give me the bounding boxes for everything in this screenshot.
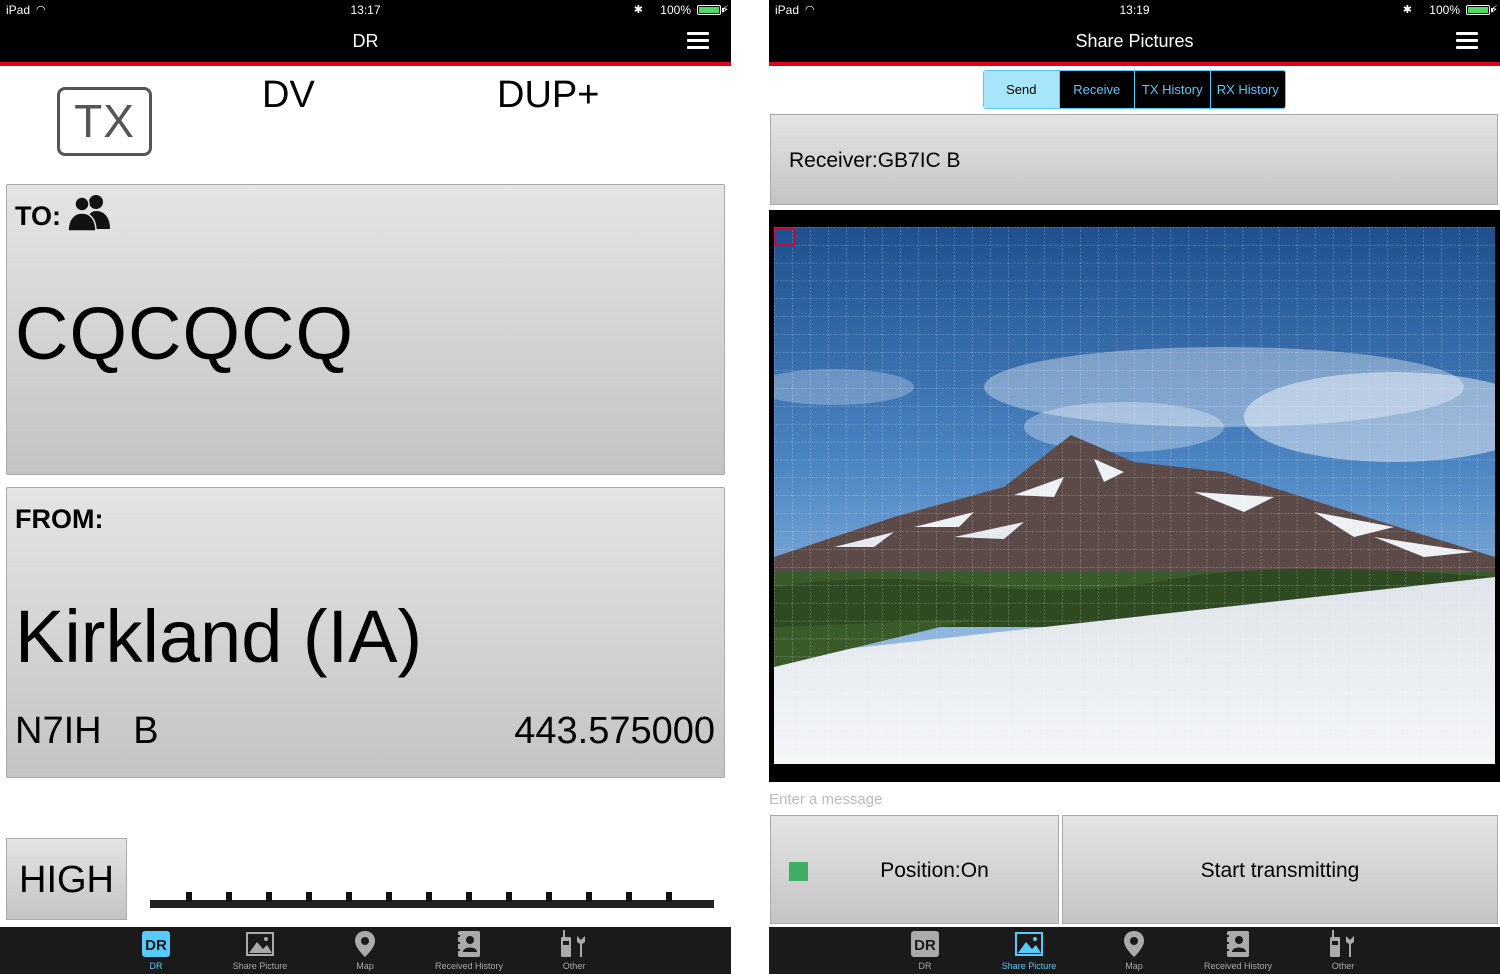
start-transmitting-button[interactable]: Start transmitting (1062, 815, 1498, 924)
charging-icon: ⚡ (1490, 4, 1498, 16)
page-title: DR (352, 31, 379, 51)
segment-tx-history[interactable]: TX History (1135, 71, 1211, 108)
status-bar: iPad ◠ 13:19 ✱ 100% ⚡ (769, 0, 1500, 20)
receiver-label: Receiver:GB7IC B (789, 149, 961, 172)
picture-icon (1015, 932, 1043, 956)
duplex-label: DUP+ (497, 74, 600, 116)
message-input[interactable] (769, 785, 1500, 813)
nav-bar: Share Pictures (769, 20, 1500, 62)
tab-dr[interactable]: DR DR (875, 927, 975, 974)
nav-divider (769, 62, 1500, 66)
to-label: TO: (15, 201, 61, 231)
menu-icon[interactable] (1456, 32, 1478, 50)
destination-call: CQCQCQ (15, 292, 354, 375)
repeater-call: N7IH B (15, 710, 159, 752)
battery-icon (697, 5, 724, 15)
signal-meter (150, 892, 714, 908)
svg-text:DR: DR (145, 937, 167, 954)
status-time: 13:17 (350, 3, 381, 17)
start-transmitting-label: Start transmitting (1200, 859, 1360, 882)
radio-tools-icon (1330, 930, 1354, 957)
power-button[interactable]: HIGH (6, 838, 127, 920)
picture-icon (246, 932, 274, 956)
dr-screen: iPad ◠ 13:17 ✱ 100% ⚡ DR TX DV DUP+ TO: … (0, 0, 731, 974)
tab-received-history[interactable]: Received History (419, 927, 519, 974)
dr-icon: DR (911, 931, 939, 957)
radio-tools-icon (561, 930, 585, 957)
to-panel[interactable]: TO: CQCQCQ (6, 184, 725, 475)
battery-percent: 100% (660, 3, 691, 17)
tx-indicator: TX (57, 87, 152, 156)
bluetooth-icon: ✱ (633, 4, 643, 16)
mountain-photo (774, 227, 1495, 764)
map-pin-icon (1124, 931, 1144, 957)
from-panel[interactable]: FROM: Kirkland (IA) N7IH B 443.575000 (6, 487, 725, 778)
tab-dr[interactable]: DR DR (106, 927, 206, 974)
menu-icon[interactable] (687, 32, 709, 50)
tab-bar: DR DR Share Picture Map Received History… (769, 927, 1500, 974)
tab-map[interactable]: Map (1084, 927, 1184, 974)
tab-share-picture[interactable]: Share Picture (210, 927, 310, 974)
segment-receive[interactable]: Receive (1060, 71, 1135, 108)
page-title: Share Pictures (1075, 31, 1194, 51)
contact-book-icon (456, 931, 480, 957)
contact-book-icon (1225, 931, 1249, 957)
tab-share-picture[interactable]: Share Picture (979, 927, 1079, 974)
group-icon (67, 195, 110, 232)
share-pictures-screen: iPad ◠ 13:19 ✱ 100% ⚡ Share Pictures Sen… (769, 0, 1500, 974)
status-bar: iPad ◠ 13:17 ✱ 100% ⚡ (0, 0, 731, 20)
charging-icon: ⚡ (721, 4, 729, 16)
segment-rx-history[interactable]: RX History (1211, 71, 1286, 108)
receiver-panel[interactable]: Receiver:GB7IC B (770, 114, 1498, 205)
from-label: FROM: (15, 504, 104, 534)
tab-map[interactable]: Map (315, 927, 415, 974)
tab-other[interactable]: Other (524, 927, 624, 974)
bluetooth-icon: ✱ (1402, 4, 1412, 16)
segmented-control: Send Receive TX History RX History (983, 70, 1286, 109)
status-time: 13:19 (1119, 3, 1150, 17)
repeater-name: Kirkland (IA) (15, 595, 423, 678)
dr-icon: DR (142, 931, 170, 957)
battery-icon (1466, 5, 1493, 15)
nav-divider (0, 62, 731, 66)
tab-received-history[interactable]: Received History (1188, 927, 1288, 974)
nav-bar: DR (0, 20, 731, 62)
tab-bar: DR DR Share Picture Map Received History… (0, 927, 731, 974)
svg-text:DR: DR (914, 937, 936, 954)
position-label: Position:On (880, 859, 989, 882)
repeater-frequency: 443.575000 (514, 710, 715, 752)
tab-other[interactable]: Other (1293, 927, 1393, 974)
position-toggle-button[interactable]: Position:On (770, 815, 1059, 924)
picture-preview (769, 210, 1500, 782)
battery-percent: 100% (1429, 3, 1460, 17)
segment-send[interactable]: Send (984, 71, 1060, 108)
map-pin-icon (355, 931, 375, 957)
mode-label: DV (262, 74, 315, 116)
